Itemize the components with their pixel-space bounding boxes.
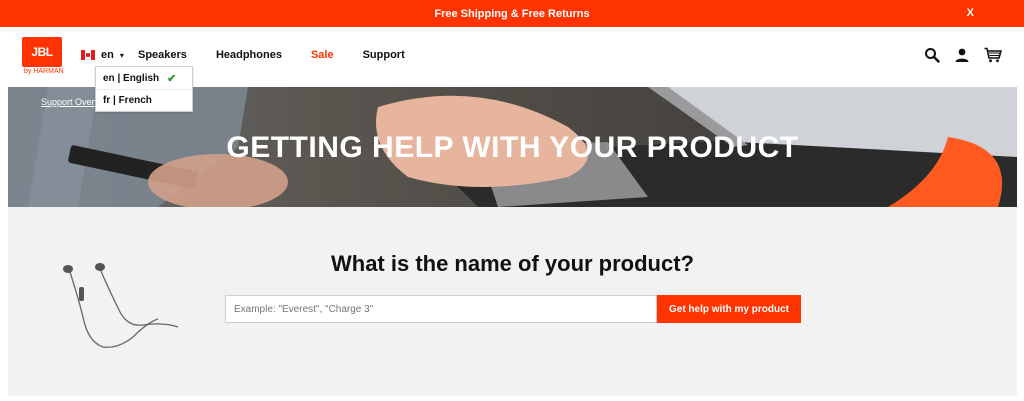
logo-mark: JBL xyxy=(22,37,62,67)
logo-subtext: by HARMAN xyxy=(24,68,64,75)
check-icon: ✔ xyxy=(167,72,177,85)
page-bottom-edge xyxy=(0,396,1024,401)
language-dropdown: en | English ✔ fr | French xyxy=(95,66,193,112)
promo-text: Free Shipping & Free Returns xyxy=(434,7,590,20)
language-option-label: fr | French xyxy=(103,95,152,106)
main-nav: Speakers Headphones Sale Support xyxy=(138,49,405,61)
nav-support[interactable]: Support xyxy=(363,49,405,61)
chevron-down-icon: ▾ xyxy=(119,50,124,60)
search-icon[interactable] xyxy=(924,47,940,63)
nav-sale[interactable]: Sale xyxy=(311,49,334,61)
nav-speakers[interactable]: Speakers xyxy=(138,49,187,61)
product-question-heading: What is the name of your product? xyxy=(330,251,694,276)
language-option-english[interactable]: en | English ✔ xyxy=(96,67,192,89)
hero-title: GETTING HELP WITH YOUR PRODUCT xyxy=(226,131,799,164)
account-icon[interactable] xyxy=(954,47,970,63)
nav-headphones[interactable]: Headphones xyxy=(216,49,282,61)
language-code: en xyxy=(101,49,114,61)
canada-flag-icon xyxy=(81,50,95,60)
header-icons xyxy=(924,47,1002,63)
jbl-logo[interactable]: JBL by HARMAN xyxy=(22,37,66,77)
product-search-section: What is the name of your product? Get he… xyxy=(8,207,1017,396)
promo-bar: Free Shipping & Free Returns X xyxy=(0,0,1024,27)
product-search-input[interactable] xyxy=(225,295,657,323)
cart-icon[interactable] xyxy=(984,47,1002,63)
get-help-button[interactable]: Get help with my product xyxy=(657,295,801,323)
language-option-label: en | English xyxy=(103,72,160,84)
language-option-french[interactable]: fr | French xyxy=(96,89,192,111)
close-promo-button[interactable]: X xyxy=(967,7,974,19)
language-selector[interactable]: en ▾ xyxy=(81,49,124,61)
